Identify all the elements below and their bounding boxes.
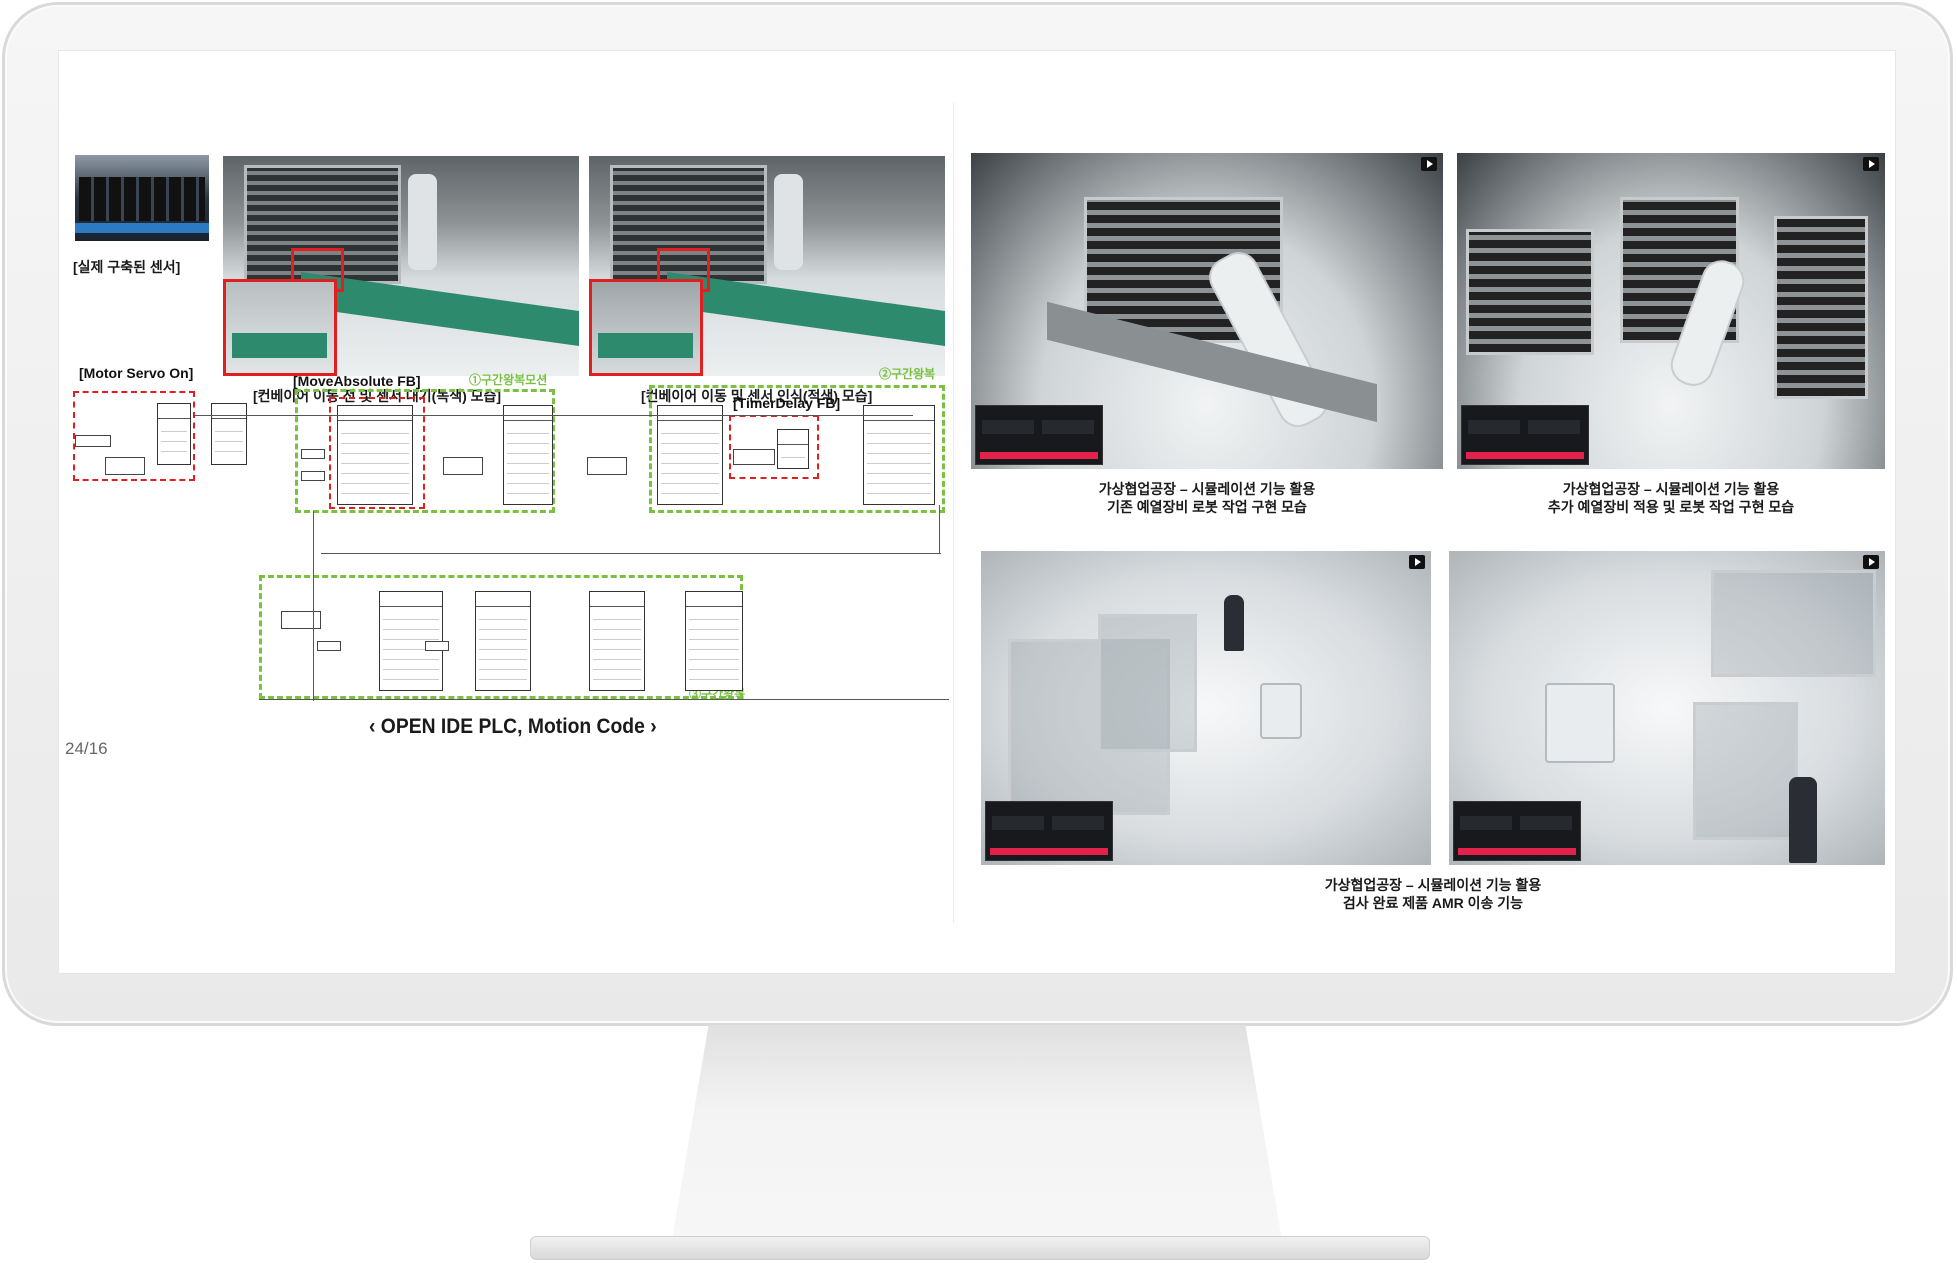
sim-existing-equipment-image: [971, 153, 1443, 469]
real-sensor-photo: [75, 155, 209, 241]
sim-added-equipment-image: [1457, 153, 1885, 469]
play-icon[interactable]: [1421, 157, 1437, 171]
plc-motion-diagram: [Motor Servo On] [MoveAbsolute FB] [Time…: [69, 365, 949, 705]
sim-caption2-line1: 가상협업공장 – 시뮬레이션 기능 활용: [1562, 481, 1780, 497]
mc-moveabsolute8-block: [685, 591, 743, 691]
monitor-stand-neck: [672, 1025, 1282, 1240]
play-icon[interactable]: [1863, 157, 1879, 171]
sim-caption3-line2: 검사 완료 제품 AMR 이송 기능: [1342, 895, 1524, 911]
mc-moveabsolute6-block: [475, 591, 531, 691]
mc-moveabsolute3-block: [657, 405, 723, 505]
sim-caption1-line2: 기존 예열장비 로봇 작업 구현 모습: [1107, 499, 1307, 515]
play-icon[interactable]: [1863, 555, 1879, 569]
motor-servo-label: [Motor Servo On]: [79, 365, 194, 381]
column-divider: [953, 103, 954, 923]
mc-setaxis-block: [211, 403, 247, 465]
slide: [실제 구축된 센서] [컨베이어 이동 전 및 센서 대기(녹색) 모습] […: [63, 103, 1893, 923]
monitor-stand-base: [530, 1236, 1430, 1260]
monitor-screen: [실제 구축된 센서] [컨베이어 이동 전 및 센서 대기(녹색) 모습] […: [58, 50, 1896, 974]
sim-amr-image-1: [981, 551, 1431, 865]
conveyor-before-image: [223, 156, 579, 376]
sensor-caption: [실제 구축된 센서]: [73, 259, 181, 275]
section2-label: ②구간왕복: [879, 367, 936, 381]
play-icon[interactable]: [1409, 555, 1425, 569]
mc-power-block: [157, 403, 191, 465]
code-caption: ‹ OPEN IDE PLC, Motion Code ›: [369, 715, 657, 738]
page-number: 24/16: [65, 739, 108, 758]
move-absolute-label: [MoveAbsolute FB]: [293, 373, 421, 389]
mc-moveabsolute7-block: [589, 591, 645, 691]
sim-caption1-line1: 가상협업공장 – 시뮬레이션 기능 활용: [1098, 481, 1316, 497]
mc-moveabsolute2-block: [503, 405, 553, 505]
mc-moveabsolute-block: [337, 405, 413, 505]
sim-caption3-line1: 가상협업공장 – 시뮬레이션 기능 활용: [1324, 877, 1542, 893]
section1-label: ①구간왕복모션: [469, 373, 548, 387]
sim-caption2-line2: 추가 예열장비 적용 및 로봇 작업 구현 모습: [1547, 499, 1795, 515]
sim-amr-image-2: [1449, 551, 1885, 865]
mc-moveabsolute4-block: [863, 405, 935, 505]
ton-timer-block: [777, 429, 809, 469]
conveyor-after-image: [589, 156, 945, 376]
